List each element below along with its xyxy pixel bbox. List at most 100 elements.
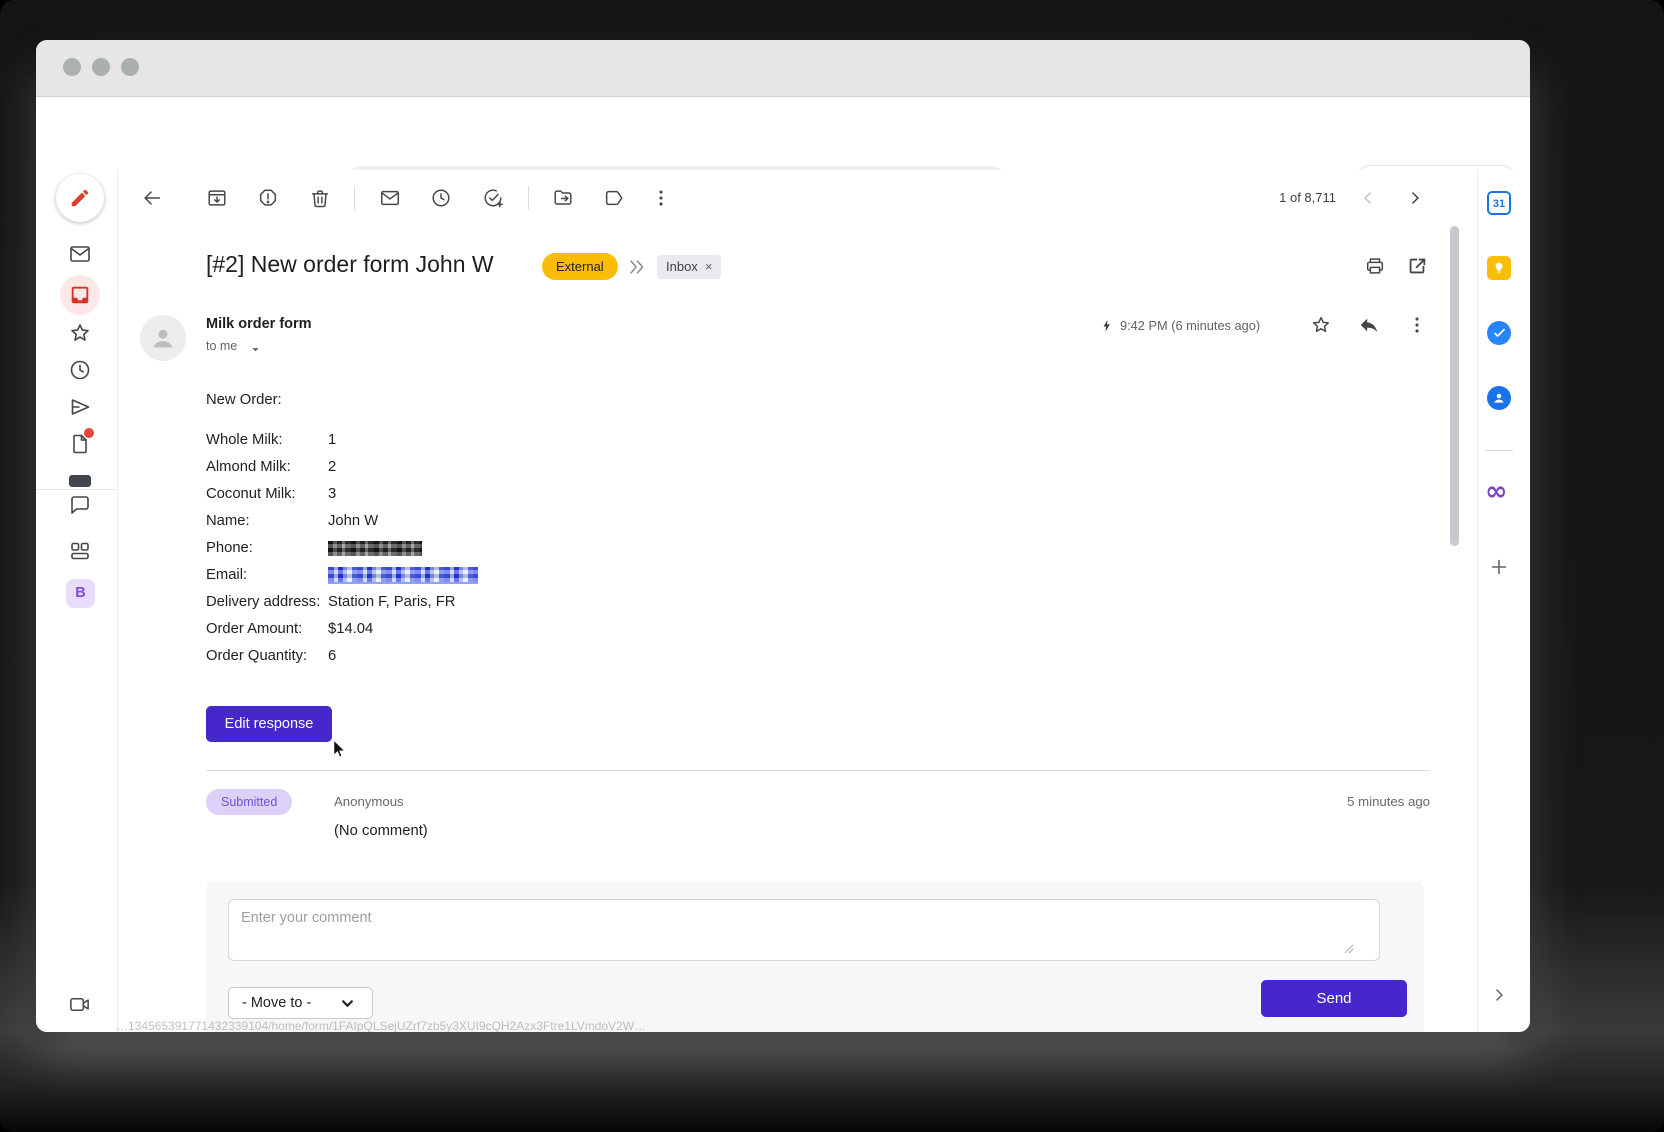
print-icon[interactable]	[1364, 255, 1386, 277]
right-side-panel: 31 ∞	[1477, 170, 1530, 1032]
submission-age: 5 minutes ago	[1236, 794, 1430, 809]
get-addons-plus-icon[interactable]	[1488, 556, 1510, 578]
person-icon	[148, 323, 178, 353]
snoozed-icon[interactable]	[68, 358, 92, 382]
inbox-label-chip[interactable]: Inbox ×	[657, 255, 721, 279]
toolbar-divider	[528, 186, 529, 210]
redacted-email-link[interactable]	[328, 567, 478, 584]
compose-pencil-icon	[69, 187, 91, 209]
mark-unread-icon[interactable]	[379, 187, 401, 209]
order-fields: Whole Milk:1 Almond Milk:2 Coconut Milk:…	[206, 432, 906, 677]
submission-author: Anonymous	[334, 794, 404, 809]
redacted-phone-value	[328, 541, 422, 556]
show-details-caret-icon[interactable]	[250, 344, 261, 355]
pagination-count: 1 of 8,711	[1216, 190, 1336, 205]
add-to-tasks-icon[interactable]	[482, 187, 504, 209]
comment-panel: - Move to - Send	[206, 881, 1424, 1032]
edit-response-button[interactable]: Edit response	[206, 706, 332, 742]
more-options-icon[interactable]	[650, 187, 672, 209]
window-titlebar	[36, 40, 1530, 97]
email-subject: [#2] New order form John W	[206, 251, 494, 278]
order-field-row: Phone:	[206, 540, 806, 564]
contacts-app-icon[interactable]	[1487, 386, 1511, 410]
inbox-icon	[69, 284, 91, 306]
left-sidebar: B	[36, 170, 118, 1032]
sidebar-mail-icon[interactable]	[68, 242, 92, 266]
textarea-resize-handle[interactable]	[1344, 944, 1354, 954]
newer-email-chevron-icon[interactable]	[1358, 188, 1378, 208]
field-value: Station F, Paris, FR	[328, 594, 455, 610]
order-field-row: Almond Milk:2	[206, 459, 806, 483]
submission-comment: (No comment)	[334, 823, 428, 839]
calendar-app-icon[interactable]: 31	[1487, 191, 1511, 215]
importance-marker-icon[interactable]	[626, 256, 648, 278]
comment-input[interactable]	[228, 899, 1380, 961]
scrolled-item-partial-icon	[69, 475, 91, 487]
keep-app-icon[interactable]	[1487, 256, 1511, 280]
delete-trash-icon[interactable]	[309, 187, 331, 209]
desktop-background: Gmail Search all conversations Active Gu…	[0, 0, 1664, 1132]
message-more-options-icon[interactable]	[1406, 314, 1428, 336]
field-label: Order Amount:	[206, 621, 328, 637]
order-field-row: Whole Milk:1	[206, 432, 806, 456]
field-label: Phone:	[206, 540, 328, 556]
order-field-row: Name:John W	[206, 513, 806, 537]
recipient-text[interactable]: to me	[206, 339, 237, 353]
order-field-row: Order Quantity:6	[206, 648, 806, 672]
field-value: John W	[328, 513, 378, 529]
email-timestamp: 9:42 PM (6 minutes ago)	[1120, 318, 1260, 333]
field-label: Name:	[206, 513, 328, 529]
section-divider	[206, 770, 1430, 771]
label-b-badge[interactable]: B	[66, 579, 95, 608]
open-in-new-icon[interactable]	[1406, 255, 1428, 277]
vertical-scrollbar[interactable]	[1450, 226, 1459, 546]
inbox-label-text: Inbox	[666, 259, 698, 274]
addon-infinity-icon[interactable]: ∞	[1485, 476, 1508, 507]
older-email-chevron-icon[interactable]	[1405, 188, 1425, 208]
move-to-select[interactable]: - Move to -	[228, 987, 373, 1019]
meet-camera-icon[interactable]	[68, 993, 91, 1016]
drafts-notification-dot	[84, 428, 94, 438]
compose-button[interactable]	[56, 174, 104, 222]
email-toolbar: 1 of 8,711	[118, 170, 1530, 226]
report-spam-icon[interactable]	[257, 187, 279, 209]
field-label: Order Quantity:	[206, 648, 328, 664]
field-value: 3	[328, 486, 336, 502]
minimize-window-button[interactable]	[92, 58, 110, 76]
snooze-clock-icon[interactable]	[430, 187, 452, 209]
toolbar-divider	[354, 186, 355, 210]
sidebar-divider	[36, 489, 117, 490]
back-arrow-icon[interactable]	[141, 187, 163, 209]
dynamic-email-bolt-icon	[1099, 318, 1115, 334]
archive-icon[interactable]	[206, 187, 228, 209]
spaces-icon[interactable]	[68, 539, 92, 563]
tasks-app-icon[interactable]	[1487, 321, 1511, 345]
field-label: Email:	[206, 567, 328, 583]
sidebar-inbox-active[interactable]	[60, 275, 100, 315]
move-to-folder-icon[interactable]	[552, 187, 574, 209]
email-content-area: [#2] New order form John W External Inbo…	[118, 226, 1450, 1032]
field-label: Almond Milk:	[206, 459, 328, 475]
mouse-cursor	[331, 739, 349, 759]
order-field-row: Coconut Milk:3	[206, 486, 806, 510]
zoom-window-button[interactable]	[121, 58, 139, 76]
reply-icon[interactable]	[1358, 314, 1380, 336]
order-field-row: Delivery address:Station F, Paris, FR	[206, 594, 806, 618]
field-label: Coconut Milk:	[206, 486, 328, 502]
chat-icon[interactable]	[68, 493, 92, 517]
move-to-selected-option: - Move to -	[242, 995, 311, 1011]
field-label: Whole Milk:	[206, 432, 328, 448]
order-field-row: Order Amount:$14.04	[206, 621, 806, 645]
hide-side-panel-chevron-icon[interactable]	[1489, 985, 1509, 1005]
external-label-chip: External	[542, 253, 618, 280]
sent-icon[interactable]	[68, 395, 92, 419]
send-button[interactable]: Send	[1261, 980, 1407, 1017]
label-icon[interactable]	[603, 187, 625, 209]
gmail-header: Gmail Search all conversations Active Gu…	[36, 97, 1530, 170]
star-email-icon[interactable]	[1310, 314, 1332, 336]
select-chevron-down-icon	[341, 997, 354, 1010]
starred-icon[interactable]	[68, 321, 92, 345]
sender-name[interactable]: Milk order form	[206, 316, 312, 332]
close-window-button[interactable]	[63, 58, 81, 76]
remove-label-close-icon[interactable]: ×	[705, 259, 713, 274]
